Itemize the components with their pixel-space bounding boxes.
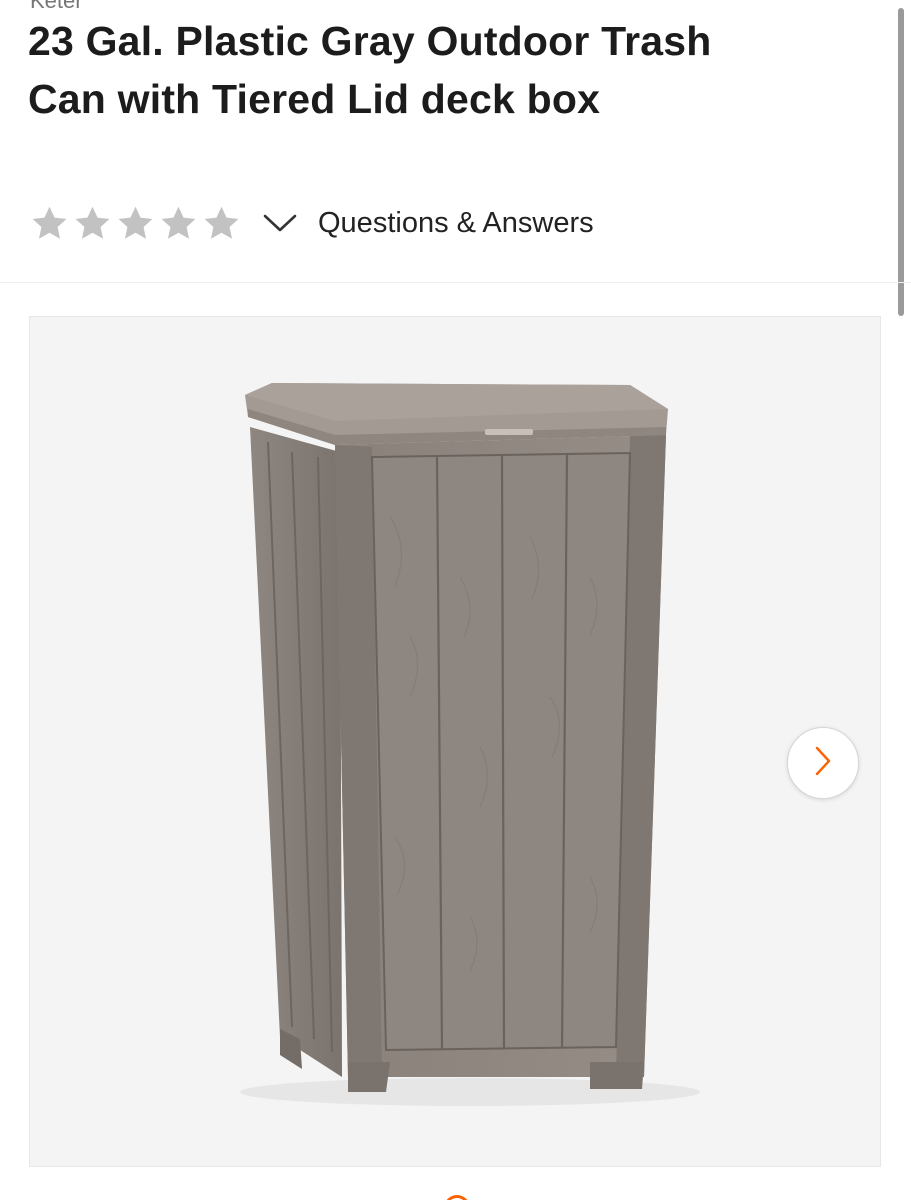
carousel-indicator[interactable] bbox=[444, 1195, 470, 1200]
star-icon bbox=[158, 203, 199, 244]
star-icon bbox=[115, 203, 156, 244]
questions-answers-link[interactable]: Questions & Answers bbox=[318, 207, 594, 240]
chevron-down-icon[interactable] bbox=[262, 212, 298, 234]
product-image bbox=[240, 383, 700, 1106]
product-title: 23 Gal. Plastic Gray Outdoor Trash Can w… bbox=[28, 18, 712, 122]
product-page: Keter 23 Gal. Plastic Gray Outdoor Trash… bbox=[0, 0, 911, 1200]
product-image-carousel[interactable] bbox=[29, 316, 881, 1167]
rating-row: Questions & Answers bbox=[29, 200, 594, 246]
next-image-button[interactable] bbox=[787, 727, 859, 799]
star-icon bbox=[29, 203, 70, 244]
star-rating[interactable] bbox=[29, 203, 242, 244]
star-icon bbox=[201, 203, 242, 244]
chevron-right-icon bbox=[813, 745, 833, 782]
divider bbox=[0, 282, 911, 283]
scrollbar[interactable] bbox=[898, 8, 904, 316]
star-icon bbox=[72, 203, 113, 244]
